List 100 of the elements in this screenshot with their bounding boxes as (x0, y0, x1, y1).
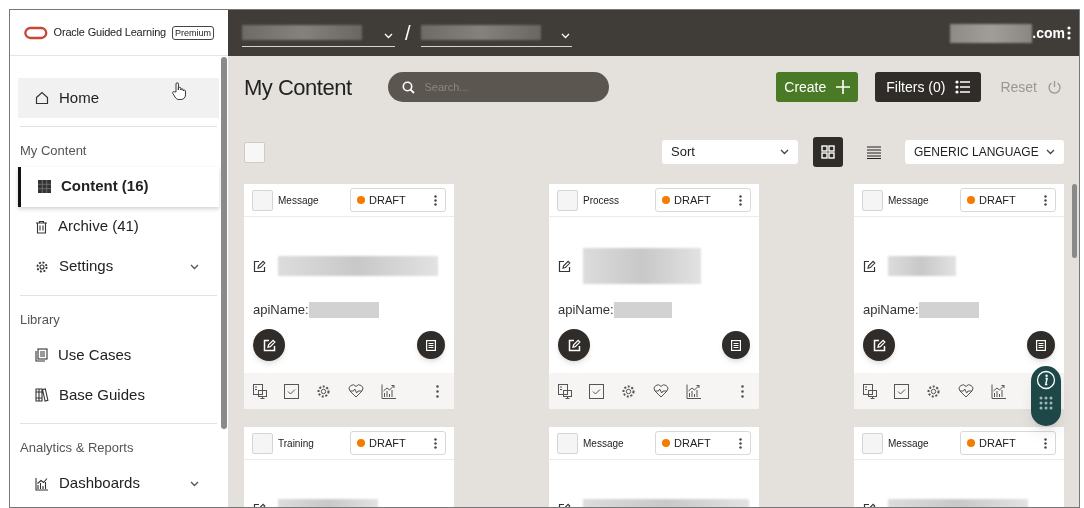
redacted-block (918, 302, 979, 318)
edit-icon[interactable] (253, 259, 266, 273)
nav-item[interactable]: Archive (41) (18, 206, 219, 247)
notes-button[interactable] (417, 331, 445, 359)
redacted-block (308, 302, 379, 318)
info-icon (1036, 370, 1056, 390)
monitor-icon[interactable] (558, 383, 572, 399)
content-card[interactable]: Message DRAFT apiName: (854, 184, 1064, 409)
content-card[interactable]: Message DRAFT (854, 427, 1064, 507)
card-checkbox[interactable] (557, 189, 578, 211)
home-icon (35, 91, 49, 105)
content-card[interactable]: Training DRAFT (244, 427, 454, 507)
search-icon (401, 81, 415, 94)
heartbeat-icon[interactable] (348, 384, 364, 398)
card-checkbox[interactable] (862, 432, 883, 454)
edit-button[interactable] (558, 329, 590, 361)
scope-dropdown[interactable] (420, 25, 572, 47)
chart-icon[interactable] (381, 383, 396, 399)
section-heading: My Content (19, 142, 88, 160)
heartbeat-icon[interactable] (653, 384, 669, 398)
kebab-menu-icon[interactable] (436, 384, 439, 398)
status-menu[interactable]: DRAFT (350, 188, 446, 212)
nav-item[interactable]: Home (18, 78, 219, 118)
sort-dropdown[interactable]: Sort (662, 140, 798, 164)
scrollbar-thumb[interactable] (1072, 184, 1077, 258)
card-checkbox[interactable] (557, 432, 578, 454)
content-type: Message (583, 436, 624, 451)
edit-icon (567, 338, 581, 352)
nav-item[interactable]: Dashboards (18, 463, 219, 504)
checkbox-icon[interactable] (284, 383, 299, 399)
grid-view-icon (821, 145, 835, 159)
status-menu[interactable]: DRAFT (960, 431, 1056, 455)
list-view-icon (867, 145, 881, 159)
api-name-label: apiName: (863, 301, 919, 320)
kebab-menu-icon (434, 437, 437, 449)
nav-item[interactable]: Content (16) (18, 166, 219, 207)
api-name-label: apiName: (558, 301, 614, 320)
edit-icon[interactable] (863, 259, 876, 273)
heartbeat-icon[interactable] (958, 384, 974, 398)
kebab-menu-icon (739, 437, 742, 449)
status-label: DRAFT (369, 192, 406, 208)
content-type: Training (278, 436, 314, 451)
chart-icon[interactable] (686, 383, 701, 399)
content-type: Message (278, 193, 319, 208)
content-card[interactable]: Message DRAFT apiName: (244, 184, 454, 409)
logo-icon (24, 25, 48, 40)
document-icon (426, 339, 436, 351)
chevron-down-icon (780, 149, 789, 155)
notes-button[interactable] (1027, 331, 1055, 359)
gear-icon[interactable] (926, 383, 941, 399)
chevron-down-icon (190, 263, 199, 270)
gear-icon (35, 259, 49, 274)
api-name-label: apiName: (253, 301, 309, 320)
status-label: DRAFT (674, 435, 711, 451)
status-menu[interactable]: DRAFT (350, 431, 446, 455)
plus-icon (836, 80, 851, 94)
edit-button[interactable] (863, 329, 895, 361)
gear-icon[interactable] (621, 383, 636, 399)
kebab-menu-icon[interactable] (1067, 26, 1071, 40)
grid-dots-icon (1039, 396, 1053, 410)
monitor-icon[interactable] (863, 383, 877, 399)
page-title: My Content (244, 73, 352, 102)
list-icon (955, 80, 971, 94)
power-icon (1047, 79, 1062, 95)
select-all-checkbox[interactable] (244, 141, 265, 163)
nav-item[interactable]: Settings (18, 246, 219, 287)
scope-dropdown[interactable] (242, 25, 395, 47)
checkbox-icon[interactable] (894, 383, 909, 399)
content-card[interactable]: Process DRAFT apiName: (549, 184, 759, 409)
language-dropdown[interactable]: GENERIC LANGUAGE (905, 140, 1064, 164)
card-checkbox[interactable] (862, 189, 883, 211)
chevron-down-icon (560, 32, 570, 39)
nav-item[interactable]: Base Guides (18, 375, 219, 415)
edit-icon[interactable] (558, 259, 571, 273)
kebab-menu-icon[interactable] (741, 384, 744, 398)
scrollbar-thumb[interactable] (221, 57, 227, 429)
chart-icon[interactable] (991, 383, 1006, 399)
create-button[interactable]: Create (776, 72, 859, 102)
kebab-menu-icon (434, 194, 437, 206)
status-menu[interactable]: DRAFT (655, 431, 751, 455)
status-label: DRAFT (674, 192, 711, 208)
notes-button[interactable] (722, 331, 750, 359)
status-menu[interactable]: DRAFT (655, 188, 751, 212)
edit-button[interactable] (253, 329, 285, 361)
checkbox-icon[interactable] (589, 383, 604, 399)
help-widget[interactable] (1031, 366, 1061, 426)
chevron-down-icon (384, 32, 393, 39)
app-name: Oracle Guided Learning (53, 25, 166, 41)
view-toggle[interactable] (813, 137, 843, 167)
kebab-menu-icon (1044, 437, 1047, 449)
content-card[interactable]: Message DRAFT (549, 427, 759, 507)
filters-button[interactable]: Filters (0) (875, 72, 982, 102)
edit-icon (262, 338, 276, 352)
card-checkbox[interactable] (252, 432, 273, 454)
monitor-icon[interactable] (253, 383, 267, 399)
card-checkbox[interactable] (252, 189, 273, 211)
gear-icon[interactable] (316, 383, 331, 399)
status-label: DRAFT (369, 435, 406, 451)
status-menu[interactable]: DRAFT (960, 188, 1056, 212)
nav-item[interactable]: Use Cases (18, 335, 219, 375)
